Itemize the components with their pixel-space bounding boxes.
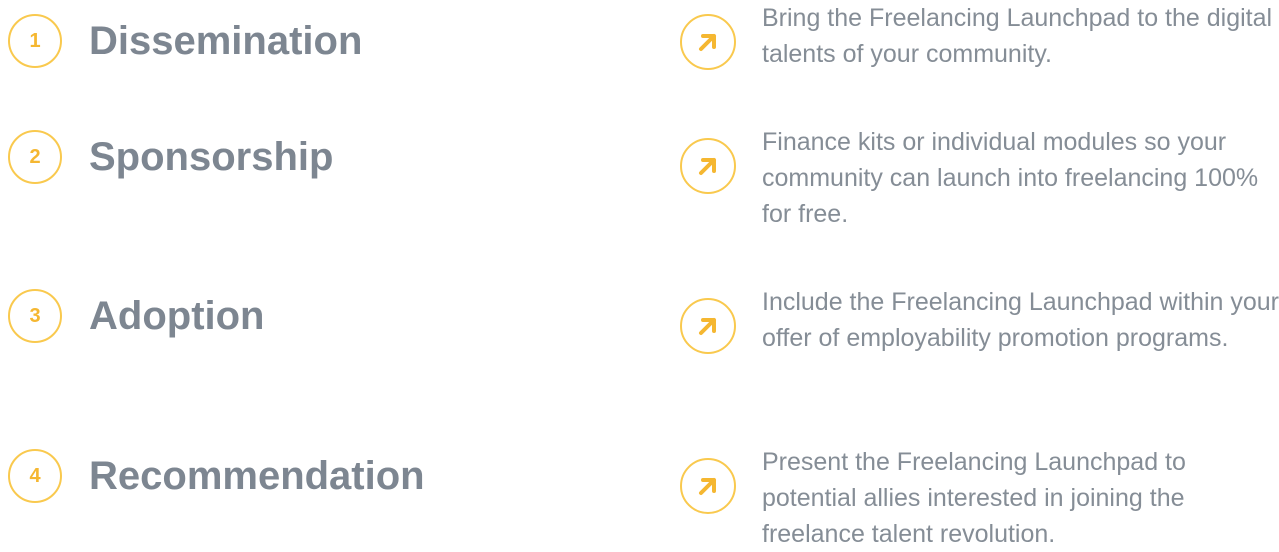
arrow-up-right-icon xyxy=(680,138,736,194)
arrow-up-right-icon xyxy=(680,458,736,514)
step-1-title: Dissemination xyxy=(89,18,363,63)
arrow-up-right-icon xyxy=(680,298,736,354)
arrow-up-right-icon xyxy=(680,14,736,70)
step-2-description-block: Finance kits or individual modules so yo… xyxy=(680,128,1279,232)
step-3-number: 3 xyxy=(8,289,62,343)
step-2-number: 2 xyxy=(8,130,62,184)
step-1-number: 1 xyxy=(8,14,62,68)
step-3-description-block: Include the Freelancing Launchpad within… xyxy=(680,288,1279,356)
step-4-title: Recommendation xyxy=(89,453,425,498)
step-1: 1 Dissemination xyxy=(8,14,362,68)
step-2: 2 Sponsorship xyxy=(8,130,333,184)
step-1-description-block: Bring the Freelancing Launchpad to the d… xyxy=(680,4,1279,72)
step-4-description: Present the Freelancing Launchpad to pot… xyxy=(762,448,1186,548)
step-3: 3 Adoption xyxy=(8,289,265,343)
step-4-number: 4 xyxy=(8,449,62,503)
step-2-title: Sponsorship xyxy=(89,134,334,179)
step-4-description-block: Present the Freelancing Launchpad to pot… xyxy=(680,448,1279,552)
step-3-title: Adoption xyxy=(89,293,265,338)
step-2-description: Finance kits or individual modules so yo… xyxy=(762,128,1259,228)
step-3-description: Include the Freelancing Launchpad within… xyxy=(762,288,1279,352)
step-4: 4 Recommendation xyxy=(8,449,425,503)
step-1-description: Bring the Freelancing Launchpad to the d… xyxy=(762,4,1273,68)
